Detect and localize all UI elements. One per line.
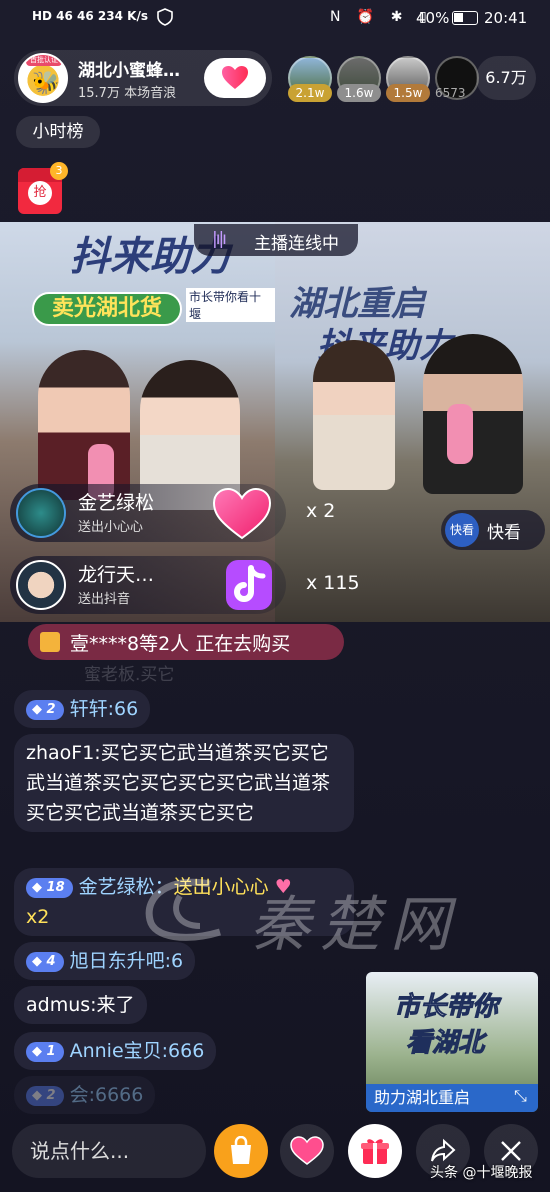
chat-user: 金艺绿松： — [78, 876, 174, 898]
battery-icon — [452, 11, 478, 25]
shop-button[interactable] — [214, 1124, 268, 1178]
shopping-bag-icon — [40, 632, 60, 652]
shield-icon — [156, 8, 174, 30]
bee-icon: 🐝 — [32, 71, 60, 96]
host-stats: 15.7万 本场音浪 — [78, 86, 177, 101]
streamer-right — [423, 334, 523, 494]
red-packet-count: 3 — [50, 162, 68, 180]
live-video-area[interactable]: 抖来助力 卖光湖北货 市长带你看十堰 湖北重启 抖来助力 快看 快看 |ı|ı … — [0, 222, 550, 622]
chat-message-5[interactable]: admus:来了 — [14, 986, 147, 1024]
level-badge: ◆ 1 — [26, 1042, 64, 1062]
heart-icon — [222, 66, 248, 89]
gift-user-name-2: 龙行天… — [78, 564, 155, 586]
heart-gift-icon — [212, 488, 272, 540]
chat-message-6[interactable]: ◆ 1 Annie宝贝:666 — [14, 1032, 217, 1070]
right-stream: 湖北重启 抖来助力 快看 快看 — [275, 222, 550, 622]
host-avatar[interactable]: 首批认证 🐝 — [18, 53, 68, 103]
chat-text: 轩轩:66 — [69, 698, 139, 720]
chat-text: 旭日东升吧:6 — [69, 950, 184, 972]
expand-icon[interactable]: ⤡ — [514, 1086, 527, 1106]
gift-button[interactable] — [348, 1124, 402, 1178]
close-icon — [501, 1141, 521, 1161]
red-packet-label: 抢 — [28, 181, 52, 205]
purchase-notice-text: 壹****8等2人 正在去购买 — [70, 633, 291, 655]
level-badge: ◆ 18 — [26, 878, 73, 898]
gift-box-icon — [361, 1139, 389, 1164]
promo-title-1: 市长带你 — [393, 992, 499, 1023]
pk-banner-text: 主播连线中 — [254, 234, 339, 254]
host-name: 湖北小蜜蜂… — [78, 61, 180, 81]
left-stream-banner: 卖光湖北货 — [32, 292, 182, 326]
chat-gift-count: x2 — [26, 906, 50, 928]
battery-percent: 40% — [416, 9, 450, 27]
chat-gift: 送出小心心 — [173, 876, 269, 898]
chat-message-1[interactable]: ◆ 2 轩轩:66 — [14, 690, 151, 728]
chat-message-7[interactable]: ◆ 2 会:6666 — [14, 1076, 156, 1114]
level-badge: ◆ 2 — [26, 1086, 64, 1106]
status-bar: HD 46 46 234 K/s N ⏰ ✱ ▯ 40% 20:41 — [0, 0, 550, 40]
gift-count-2: x 115 — [306, 572, 360, 594]
product-bottle-2 — [447, 404, 473, 464]
viewer-badge-1: 2.1w — [288, 84, 332, 102]
chat-text: Annie宝贝:666 — [69, 1040, 205, 1062]
kuaikan-follow-button[interactable]: 快看 快看 — [441, 510, 545, 550]
chat-message-2[interactable]: zhaoF1:买它买它武当道茶买它买它武当道茶买它买它买它买它武当道茶买它买它武… — [14, 734, 354, 832]
promo-card[interactable]: 市长带你 看湖北 助力湖北重启 ⤡ — [366, 972, 538, 1112]
level-badge: ◆ 4 — [26, 952, 64, 972]
heart-icon: ♥ — [274, 876, 292, 898]
heart-icon — [290, 1136, 324, 1165]
avatar-badge: 首批认证 — [26, 55, 62, 66]
live-room-screen: HD 46 46 234 K/s N ⏰ ✱ ▯ 40% 20:41 首批认证 … — [0, 0, 550, 1192]
promo-title-2: 看湖北 — [405, 1028, 485, 1059]
gift-count-1: x 2 — [306, 500, 336, 522]
share-icon — [431, 1138, 456, 1162]
chat-text: 会:6666 — [69, 1084, 144, 1106]
chat-message-3[interactable]: ◆ 18 金艺绿松：送出小心心 ♥ x2 — [14, 868, 354, 936]
gift-notice-1: 金艺绿松 送出小心心 — [10, 484, 286, 542]
gift-action-2: 送出抖音 — [78, 592, 131, 607]
viewer-badge-3: 1.5w — [386, 84, 430, 102]
like-button[interactable] — [280, 1124, 334, 1178]
shopping-bag-icon — [231, 1136, 251, 1164]
douyin-gift-icon — [226, 560, 272, 610]
viewer-badge-2: 1.6w — [337, 84, 381, 102]
follow-heart-button[interactable] — [204, 58, 266, 98]
chat-text: admus:来了 — [26, 994, 135, 1016]
promo-caption: 助力湖北重启 — [366, 1084, 538, 1112]
gift-action-1: 送出小心心 — [78, 520, 144, 535]
faded-chat-line: 蜜老板.买它 — [84, 665, 175, 685]
host-info-pill[interactable]: 首批认证 🐝 湖北小蜜蜂… 15.7万 本场音浪 — [14, 50, 272, 106]
waveform-icon: |ı|ı — [212, 229, 227, 249]
clock: 20:41 — [484, 9, 528, 27]
presenter-left — [38, 350, 130, 500]
red-packet[interactable]: 抢 3 — [18, 162, 68, 214]
viewer-count[interactable]: 6.7万 — [476, 56, 536, 100]
pk-banner: |ı|ı 主播连线中 — [194, 224, 358, 256]
gift-user-avatar-1[interactable] — [16, 488, 66, 538]
gift-user-name-1: 金艺绿松 — [78, 492, 155, 514]
left-stream-sub: 市长带你看十堰 — [186, 288, 275, 322]
footer-credit: 头条 @十堰晚报 — [430, 1165, 533, 1181]
gift-notice-2: 龙行天… 送出抖音 — [10, 556, 286, 614]
network-indicators: HD 46 46 234 K/s — [32, 9, 148, 23]
comment-input[interactable]: 说点什么... — [12, 1124, 206, 1178]
gift-user-avatar-2[interactable] — [16, 560, 66, 610]
purchase-notice[interactable]: 壹****8等2人 正在去购买 — [28, 624, 344, 660]
kuaikan-logo: 快看 — [445, 513, 479, 547]
viewer-badge-4: 6573 — [435, 86, 466, 100]
chat-message-4[interactable]: ◆ 4 旭日东升吧:6 — [14, 942, 196, 980]
hour-rank-button[interactable]: 小时榜 — [16, 116, 100, 148]
chat-text: zhaoF1:买它买它武当道茶买它买它武当道茶买它买它买它买它武当道茶买它买它武… — [26, 742, 331, 824]
level-badge: ◆ 2 — [26, 700, 64, 720]
streamer-left — [313, 340, 395, 490]
kuaikan-label: 快看 — [487, 523, 521, 543]
